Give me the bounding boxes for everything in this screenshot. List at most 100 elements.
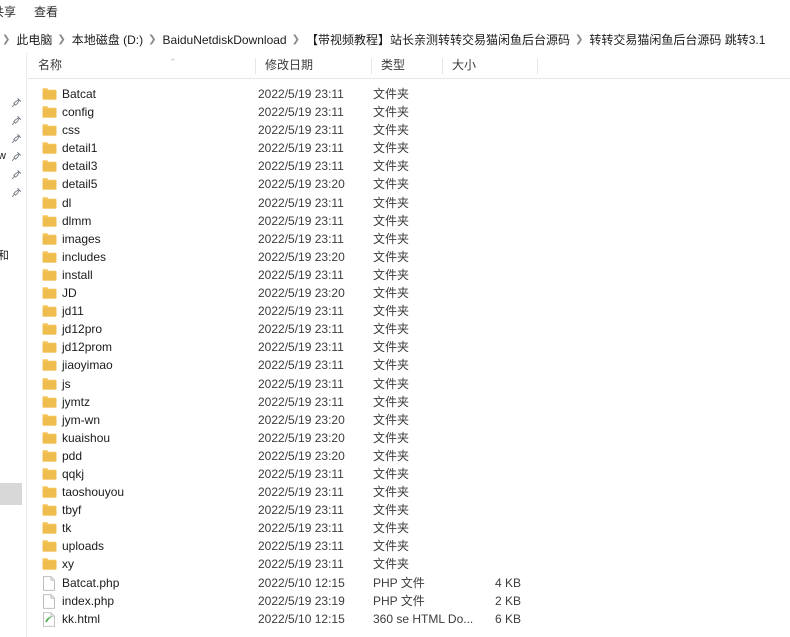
table-row[interactable]: detail1 2022/5/19 23:11 文件夹	[28, 139, 790, 157]
file-date-modified: 2022/5/19 23:19	[258, 593, 345, 608]
ribbon-tab-share[interactable]: 共享	[0, 3, 16, 21]
table-row[interactable]: jd12prom 2022/5/19 23:11 文件夹	[28, 338, 790, 356]
folder-icon	[42, 395, 57, 409]
table-row[interactable]: jymtz 2022/5/19 23:11 文件夹	[28, 393, 790, 411]
pin-icon[interactable]	[11, 114, 22, 125]
table-row[interactable]: kuaishou 2022/5/19 23:20 文件夹	[28, 429, 790, 447]
column-header-date-modified[interactable]: 修改日期	[255, 53, 371, 78]
table-row[interactable]: config 2022/5/19 23:11 文件夹	[28, 103, 790, 121]
breadcrumb-separator-icon[interactable]: ❯	[571, 32, 588, 48]
file-date-modified: 2022/5/19 23:11	[258, 213, 344, 228]
nav-pane-item-5[interactable]	[0, 183, 27, 201]
file-date-modified: 2022/5/10 12:15	[258, 575, 345, 590]
nav-pane-item-2[interactable]	[0, 129, 27, 147]
table-row[interactable]: JD 2022/5/19 23:20 文件夹	[28, 284, 790, 302]
pin-icon[interactable]	[11, 168, 22, 179]
file-name: tbyf	[62, 503, 82, 518]
file-name: detail1	[62, 141, 98, 156]
file-name: JD	[62, 286, 77, 301]
table-row[interactable]: jiaoyimao 2022/5/19 23:11 文件夹	[28, 356, 790, 374]
pin-icon[interactable]	[11, 96, 22, 107]
table-row[interactable]: dl 2022/5/19 23:11 文件夹	[28, 194, 790, 212]
nav-pane-item-0[interactable]	[0, 93, 27, 111]
file-name: qqkj	[62, 466, 85, 481]
folder-icon	[42, 250, 57, 264]
file-type: 文件夹	[373, 231, 410, 246]
table-row[interactable]: kk.html 2022/5/10 12:15 360 se HTML Do... 6…	[28, 610, 790, 628]
nav-pane-scrollbar-thumb[interactable]	[0, 483, 22, 505]
breadcrumb-item-this-pc[interactable]: 此电脑	[15, 32, 53, 48]
table-row[interactable]: xy 2022/5/19 23:11 文件夹	[28, 555, 790, 573]
file-name: jiaoyimao	[62, 358, 113, 373]
breadcrumb[interactable]: ❯ 此电脑 ❯ 本地磁盘 (D:) ❯ BaiduNetdiskDownload…	[0, 26, 790, 54]
table-row[interactable]: images 2022/5/19 23:11 文件夹	[28, 230, 790, 248]
file-name: Batcat	[62, 87, 97, 101]
file-type: 文件夹	[373, 249, 410, 264]
breadcrumb-separator-icon[interactable]: ❯	[53, 32, 70, 48]
table-row[interactable]: detail3 2022/5/19 23:11 文件夹	[28, 157, 790, 175]
nav-pane-item-4[interactable]	[0, 165, 27, 183]
folder-icon	[42, 196, 57, 210]
table-row[interactable]: index.php 2022/5/19 23:19 PHP 文件 2 KB	[28, 592, 790, 610]
file-type: 文件夹	[373, 177, 410, 192]
table-row[interactable]: uploads 2022/5/19 23:11 文件夹	[28, 537, 790, 555]
file-name: kuaishou	[62, 430, 111, 445]
pin-icon[interactable]	[11, 132, 22, 143]
nav-pane-item-7[interactable]: 视频和	[0, 247, 27, 265]
file-type: 文件夹	[373, 394, 410, 409]
table-row[interactable]: Batcat.php 2022/5/10 12:15 PHP 文件 4 KB	[28, 574, 790, 592]
file-name: jymtz	[62, 394, 90, 409]
file-date-modified: 2022/5/19 23:11	[258, 87, 344, 101]
column-header-type[interactable]: 类型	[371, 53, 442, 78]
file-date-modified: 2022/5/19 23:20	[258, 177, 345, 192]
breadcrumb-item-current-folder[interactable]: 转转交易猫闲鱼后台源码 跳转3.1	[588, 32, 766, 48]
ribbon-tab-view[interactable]: 查看	[34, 3, 58, 21]
file-date-modified: 2022/5/19 23:11	[258, 231, 344, 246]
breadcrumb-separator-icon[interactable]: ❯	[144, 32, 161, 48]
table-row[interactable]: js 2022/5/19 23:11 文件夹	[28, 375, 790, 393]
column-divider[interactable]	[537, 58, 538, 74]
nav-pane-item-6[interactable]: Dow	[0, 201, 27, 219]
table-row[interactable]: jd11 2022/5/19 23:11 文件夹	[28, 302, 790, 320]
table-row[interactable]: pdd 2022/5/19 23:20 文件夹	[28, 447, 790, 465]
file-date-modified: 2022/5/19 23:11	[258, 503, 344, 518]
table-row[interactable]: jym-wn 2022/5/19 23:20 文件夹	[28, 411, 790, 429]
table-row[interactable]: css 2022/5/19 23:11 文件夹	[28, 121, 790, 139]
file-name: images	[62, 231, 101, 246]
table-row[interactable]: Batcat 2022/5/19 23:11 文件夹	[28, 85, 790, 103]
file-name: css	[62, 123, 80, 138]
folder-icon	[42, 87, 57, 101]
breadcrumb-separator-icon[interactable]: ❯	[288, 32, 305, 48]
pin-icon[interactable]	[11, 186, 22, 197]
column-header-name[interactable]: 名称	[28, 53, 255, 78]
table-row[interactable]: tk 2022/5/19 23:11 文件夹	[28, 519, 790, 537]
table-row[interactable]: detail5 2022/5/19 23:20 文件夹	[28, 175, 790, 193]
file-type: 文件夹	[373, 539, 410, 554]
breadcrumb-item-local-disk-d[interactable]: 本地磁盘 (D:)	[71, 32, 144, 48]
file-name: install	[62, 267, 93, 282]
file-type: 文件夹	[373, 358, 410, 373]
file-type: 文件夹	[373, 87, 410, 101]
breadcrumb-item-baidunetdiskdownload[interactable]: BaiduNetdiskDownload	[162, 32, 288, 48]
file-type: 文件夹	[373, 322, 410, 337]
table-row[interactable]: jd12pro 2022/5/19 23:11 文件夹	[28, 320, 790, 338]
table-row[interactable]: includes 2022/5/19 23:20 文件夹	[28, 248, 790, 266]
file-type: 文件夹	[373, 123, 410, 138]
table-row[interactable]: tbyf 2022/5/19 23:11 文件夹	[28, 501, 790, 519]
navigation-pane[interactable]: w Dow 视频和	[0, 53, 27, 637]
table-row[interactable]: install 2022/5/19 23:11 文件夹	[28, 266, 790, 284]
pin-icon[interactable]	[11, 150, 22, 161]
table-row[interactable]: dlmm 2022/5/19 23:11 文件夹	[28, 212, 790, 230]
nav-pane-item-3[interactable]: w	[0, 147, 27, 165]
nav-pane-item-1[interactable]	[0, 111, 27, 129]
folder-icon	[42, 322, 57, 336]
column-header-size[interactable]: 大小	[442, 53, 537, 78]
file-list[interactable]: Batcat 2022/5/19 23:11 文件夹 config 2022/5/19 …	[28, 85, 790, 637]
breadcrumb-item-tutorial-folder[interactable]: 【带视频教程】站长亲测转转交易猫闲鱼后台源码	[305, 32, 571, 48]
folder-icon	[42, 141, 57, 155]
table-row[interactable]: qqkj 2022/5/19 23:11 文件夹	[28, 465, 790, 483]
file-list-column-headers[interactable]: 名称 ⌃ 修改日期 类型 大小	[28, 53, 790, 79]
table-row[interactable]: taoshouyou 2022/5/19 23:11 文件夹	[28, 483, 790, 501]
folder-icon	[42, 449, 57, 463]
file-name: jd12prom	[62, 340, 113, 355]
